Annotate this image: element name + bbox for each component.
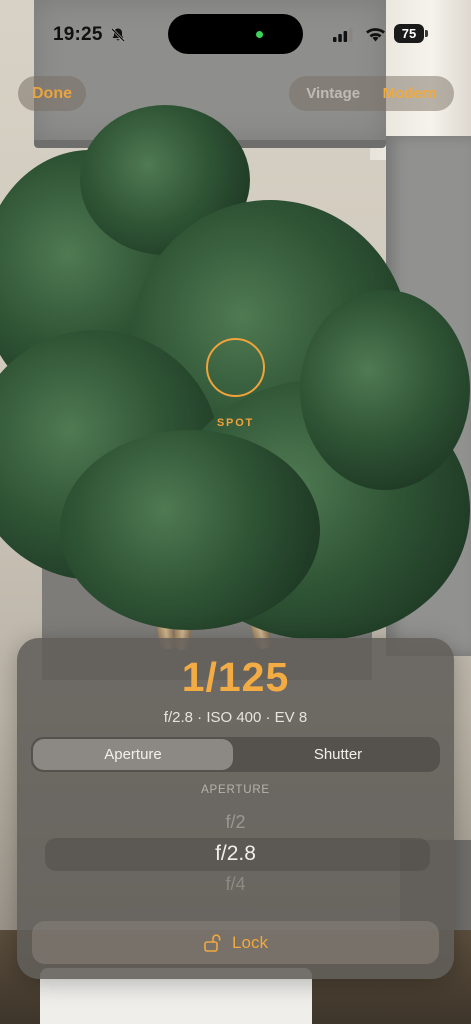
camera-in-use-indicator xyxy=(256,31,263,38)
shutter-speed-readout: 1/125 xyxy=(181,654,290,700)
lock-open-icon xyxy=(204,933,221,952)
bell-slash-icon xyxy=(111,28,125,42)
battery-tip xyxy=(425,30,428,37)
aperture-option[interactable]: f/2 xyxy=(17,812,454,833)
plant-foliage xyxy=(60,430,320,630)
style-option-modern[interactable]: Modern xyxy=(383,85,437,102)
cellular-signal-icon xyxy=(333,28,353,42)
lock-label: Lock xyxy=(232,932,268,952)
exposure-summary: f/2.8 · ISO 400 · EV 8 xyxy=(163,709,308,726)
aperture-option[interactable]: f/4 xyxy=(17,874,454,895)
aperture-option-selected[interactable]: f/2.8 xyxy=(17,842,454,866)
style-segmented-control[interactable]: Vintage Modern xyxy=(289,76,454,111)
exposure-panel: 1/125 f/2.8 · ISO 400 · EV 8 Aperture Sh… xyxy=(17,638,454,979)
picker-heading: APERTURE xyxy=(201,784,270,796)
tab-shutter[interactable]: Shutter xyxy=(238,739,438,770)
status-time: 19:25 xyxy=(53,24,103,45)
lock-button[interactable]: Lock xyxy=(32,921,439,964)
wifi-icon xyxy=(366,28,385,42)
plant-foliage xyxy=(300,290,470,490)
status-bar: 19:25 75 xyxy=(0,0,471,70)
mode-segmented-control[interactable]: Aperture Shutter xyxy=(31,737,440,772)
spot-meter-ring[interactable] xyxy=(206,338,265,397)
dynamic-island xyxy=(168,14,303,54)
style-option-vintage[interactable]: Vintage xyxy=(306,85,360,102)
tab-aperture[interactable]: Aperture xyxy=(33,739,233,770)
done-button[interactable]: Done xyxy=(18,76,86,111)
spot-label: SPOT xyxy=(216,417,255,429)
battery-icon: 75 xyxy=(394,24,424,43)
